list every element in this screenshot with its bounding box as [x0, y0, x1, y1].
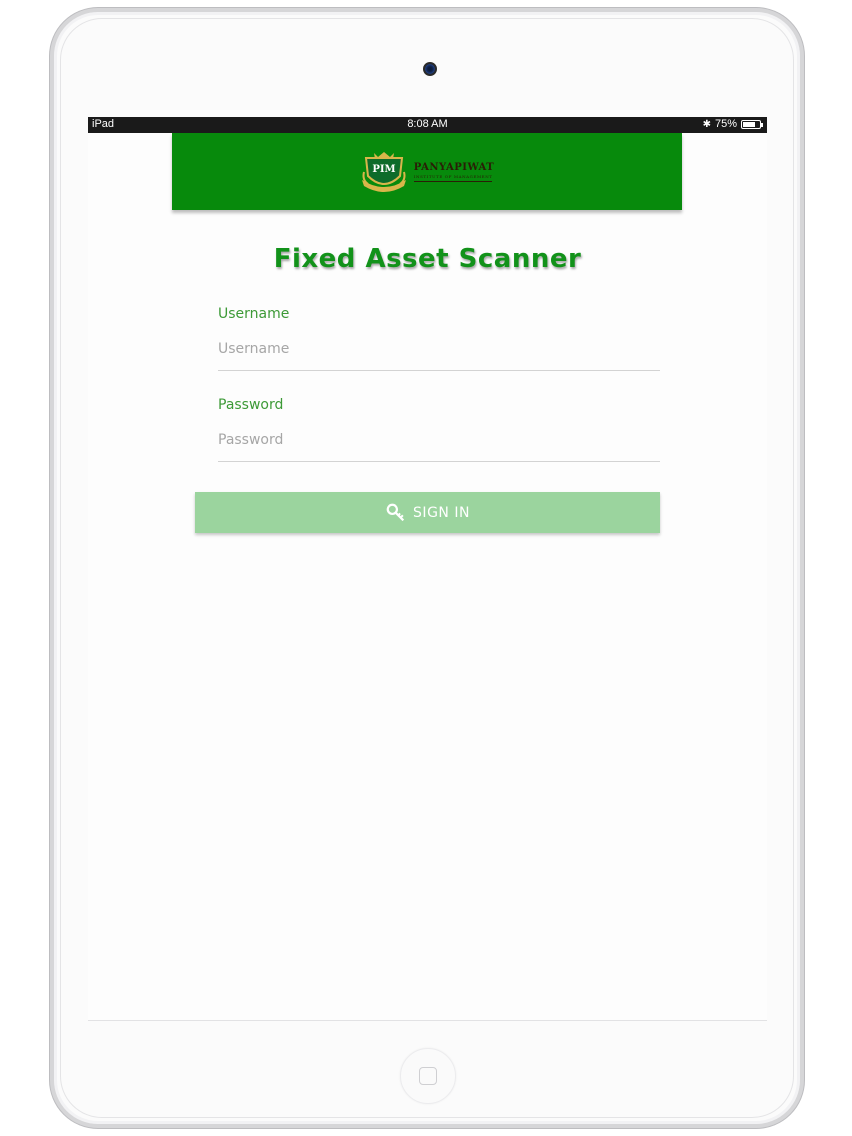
battery-icon [741, 119, 763, 129]
password-group: Password [218, 394, 660, 462]
page-title: Fixed Asset Scanner [273, 244, 582, 274]
sign-in-button[interactable]: SIGN IN [195, 492, 660, 533]
clock: 8:08 AM [407, 118, 448, 130]
institution-logo: PIM PANYAPIWAT INSTITUTE OF MANAGEMENT [360, 150, 494, 194]
username-label: Username [218, 306, 290, 322]
logo-name: PANYAPIWAT [413, 161, 495, 173]
logo-subtitle: INSTITUTE OF MANAGEMENT [413, 173, 493, 179]
sign-in-label: SIGN IN [413, 504, 470, 521]
crest-icon: PIM [361, 151, 406, 192]
status-right: ✱ 75% [702, 118, 763, 130]
home-button[interactable] [400, 1048, 456, 1104]
crest-text: PIM [372, 164, 395, 175]
battery-level [743, 121, 755, 127]
bluetooth-icon: ✱ [702, 118, 711, 130]
key-icon [386, 503, 405, 521]
password-input[interactable] [218, 428, 660, 462]
status-bar: iPad 8:08 AM ✱ 75% [88, 117, 767, 133]
home-button-icon [419, 1067, 437, 1085]
username-group: Username [218, 303, 660, 371]
logo-underline [413, 180, 492, 182]
password-label: Password [218, 397, 284, 413]
username-input[interactable] [218, 337, 660, 371]
battery-percent: 75% [714, 118, 737, 130]
logo-text: PANYAPIWAT INSTITUTE OF MANAGEMENT [413, 161, 495, 182]
camera-icon [423, 62, 437, 76]
app-screen: iPad 8:08 AM ✱ 75% PIM PANYAPIWAT INSTIT… [88, 117, 767, 1021]
app-header: PIM PANYAPIWAT INSTITUTE OF MANAGEMENT [172, 133, 682, 210]
